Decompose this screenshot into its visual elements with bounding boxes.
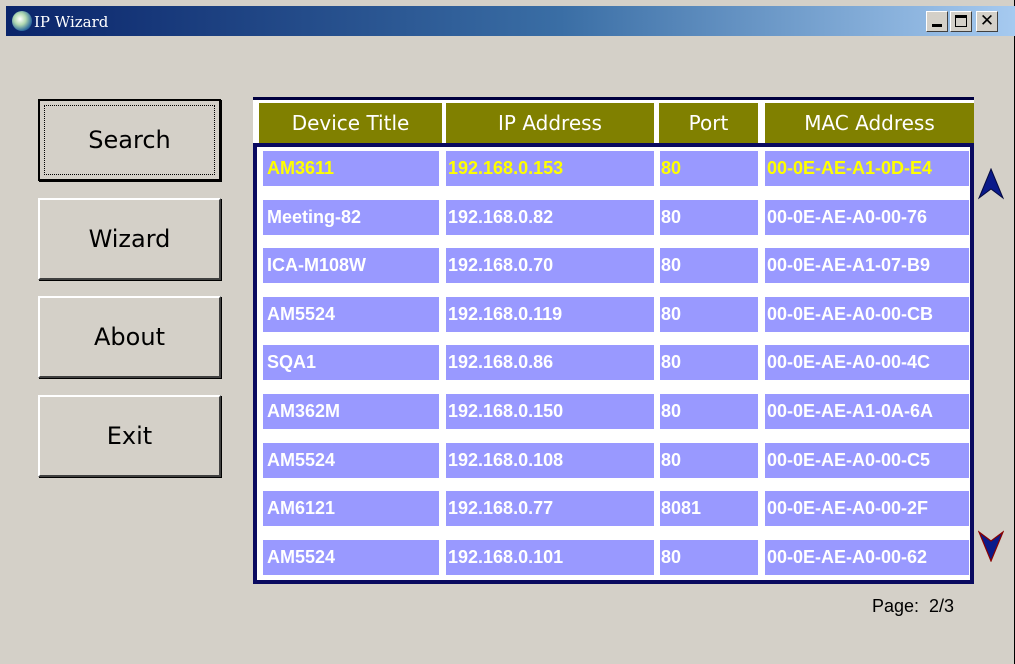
about-button[interactable]: About bbox=[38, 296, 221, 378]
maximize-icon bbox=[955, 15, 967, 27]
cell-mac-address: 00-0E-AE-A1-0D-E4 bbox=[765, 151, 969, 186]
cell-device-title: ICA-M108W bbox=[263, 248, 439, 284]
cell-device-title: AM362M bbox=[263, 394, 439, 429]
column-header-ip-address[interactable]: IP Address bbox=[446, 103, 654, 143]
table-row[interactable]: AM6121 192.168.0.77 8081 00-0E-AE-A0-00-2F bbox=[263, 491, 969, 527]
table-row[interactable]: AM5524 192.168.0.101 80 00-0E-AE-A0-00-62 bbox=[263, 539, 969, 575]
cell-mac-address: 00-0E-AE-A0-00-CB bbox=[765, 296, 969, 332]
cell-mac-address: 00-0E-AE-A0-00-C5 bbox=[765, 442, 969, 478]
column-header-mac-address[interactable]: MAC Address bbox=[765, 103, 974, 143]
page-label: Page: bbox=[872, 596, 920, 616]
title-bar[interactable]: IP Wizard ✕ bbox=[6, 6, 1015, 36]
cell-port: 80 bbox=[660, 248, 758, 284]
about-button-label: About bbox=[94, 323, 165, 351]
minimize-button[interactable] bbox=[926, 11, 948, 32]
table-row[interactable]: AM5524 192.168.0.108 80 00-0E-AE-A0-00-C5 bbox=[263, 442, 969, 478]
maximize-button[interactable] bbox=[950, 11, 972, 32]
device-table: Device Title IP Address Port MAC Address… bbox=[253, 97, 974, 584]
cell-mac-address: 00-0E-AE-A0-00-62 bbox=[765, 539, 969, 575]
cell-port: 80 bbox=[660, 151, 758, 186]
cell-port: 80 bbox=[660, 345, 758, 381]
table-row[interactable]: AM362M 192.168.0.150 80 00-0E-AE-A1-0A-6A bbox=[263, 394, 969, 429]
table-row[interactable]: Meeting-82 192.168.0.82 80 00-0E-AE-A0-00-7… bbox=[263, 199, 969, 235]
column-header-device-title[interactable]: Device Title bbox=[259, 103, 442, 143]
table-row[interactable]: ICA-M108W 192.168.0.70 80 00-0E-AE-A1-07-B9 bbox=[263, 248, 969, 284]
table-body: AM3611 192.168.0.153 80 00-0E-AE-A1-0D-E4 Me… bbox=[253, 143, 974, 584]
cell-device-title: AM5524 bbox=[263, 539, 439, 575]
cell-device-title: AM3611 bbox=[263, 151, 439, 186]
cell-ip-address: 192.168.0.119 bbox=[446, 296, 654, 332]
cell-device-title: AM5524 bbox=[263, 296, 439, 332]
cell-mac-address: 00-0E-AE-A0-00-4C bbox=[765, 345, 969, 381]
search-button[interactable]: Search bbox=[38, 99, 221, 181]
close-icon: ✕ bbox=[979, 11, 995, 31]
cell-device-title: AM5524 bbox=[263, 442, 439, 478]
ip-wizard-window: IP Wizard ✕ Search Wizard About Exit Dev… bbox=[0, 0, 1015, 664]
cell-mac-address: 00-0E-AE-A0-00-2F bbox=[765, 491, 969, 527]
cell-port: 8081 bbox=[660, 491, 758, 527]
wizard-button[interactable]: Wizard bbox=[38, 198, 221, 280]
exit-button-label: Exit bbox=[106, 422, 153, 450]
cell-device-title: Meeting-82 bbox=[263, 199, 439, 235]
arrow-up-icon[interactable] bbox=[978, 168, 1004, 200]
focus-rectangle bbox=[44, 105, 215, 175]
minimize-icon bbox=[932, 24, 942, 27]
cell-mac-address: 00-0E-AE-A1-07-B9 bbox=[765, 248, 969, 284]
cell-port: 80 bbox=[660, 199, 758, 235]
cell-ip-address: 192.168.0.101 bbox=[446, 539, 654, 575]
cell-port: 80 bbox=[660, 442, 758, 478]
cell-mac-address: 00-0E-AE-A0-00-76 bbox=[765, 199, 969, 235]
cell-port: 80 bbox=[660, 296, 758, 332]
close-button[interactable]: ✕ bbox=[976, 11, 998, 32]
cell-ip-address: 192.168.0.86 bbox=[446, 345, 654, 381]
page-indicator: 2/3 bbox=[929, 596, 955, 616]
wizard-button-label: Wizard bbox=[88, 225, 171, 253]
cell-ip-address: 192.168.0.82 bbox=[446, 199, 654, 235]
arrow-down-icon[interactable] bbox=[978, 530, 1004, 562]
cell-ip-address: 192.168.0.70 bbox=[446, 248, 654, 284]
table-row[interactable]: AM5524 192.168.0.119 80 00-0E-AE-A0-00-CB bbox=[263, 296, 969, 332]
table-header: Device Title IP Address Port MAC Address bbox=[253, 103, 974, 143]
cell-ip-address: 192.168.0.77 bbox=[446, 491, 654, 527]
cell-device-title: SQA1 bbox=[263, 345, 439, 381]
column-header-port[interactable]: Port bbox=[659, 103, 758, 143]
globe-icon[interactable] bbox=[12, 11, 32, 31]
cell-port: 80 bbox=[660, 539, 758, 575]
cell-ip-address: 192.168.0.108 bbox=[446, 442, 654, 478]
table-row[interactable]: SQA1 192.168.0.86 80 00-0E-AE-A0-00-4C bbox=[263, 345, 969, 381]
cell-device-title: AM6121 bbox=[263, 491, 439, 527]
cell-ip-address: 192.168.0.150 bbox=[446, 394, 654, 429]
window-title: IP Wizard bbox=[34, 13, 109, 31]
table-row[interactable]: AM3611 192.168.0.153 80 00-0E-AE-A1-0D-E4 bbox=[263, 151, 969, 186]
cell-ip-address: 192.168.0.153 bbox=[446, 151, 654, 186]
exit-button[interactable]: Exit bbox=[38, 395, 221, 477]
cell-port: 80 bbox=[660, 394, 758, 429]
cell-mac-address: 00-0E-AE-A1-0A-6A bbox=[765, 394, 969, 429]
